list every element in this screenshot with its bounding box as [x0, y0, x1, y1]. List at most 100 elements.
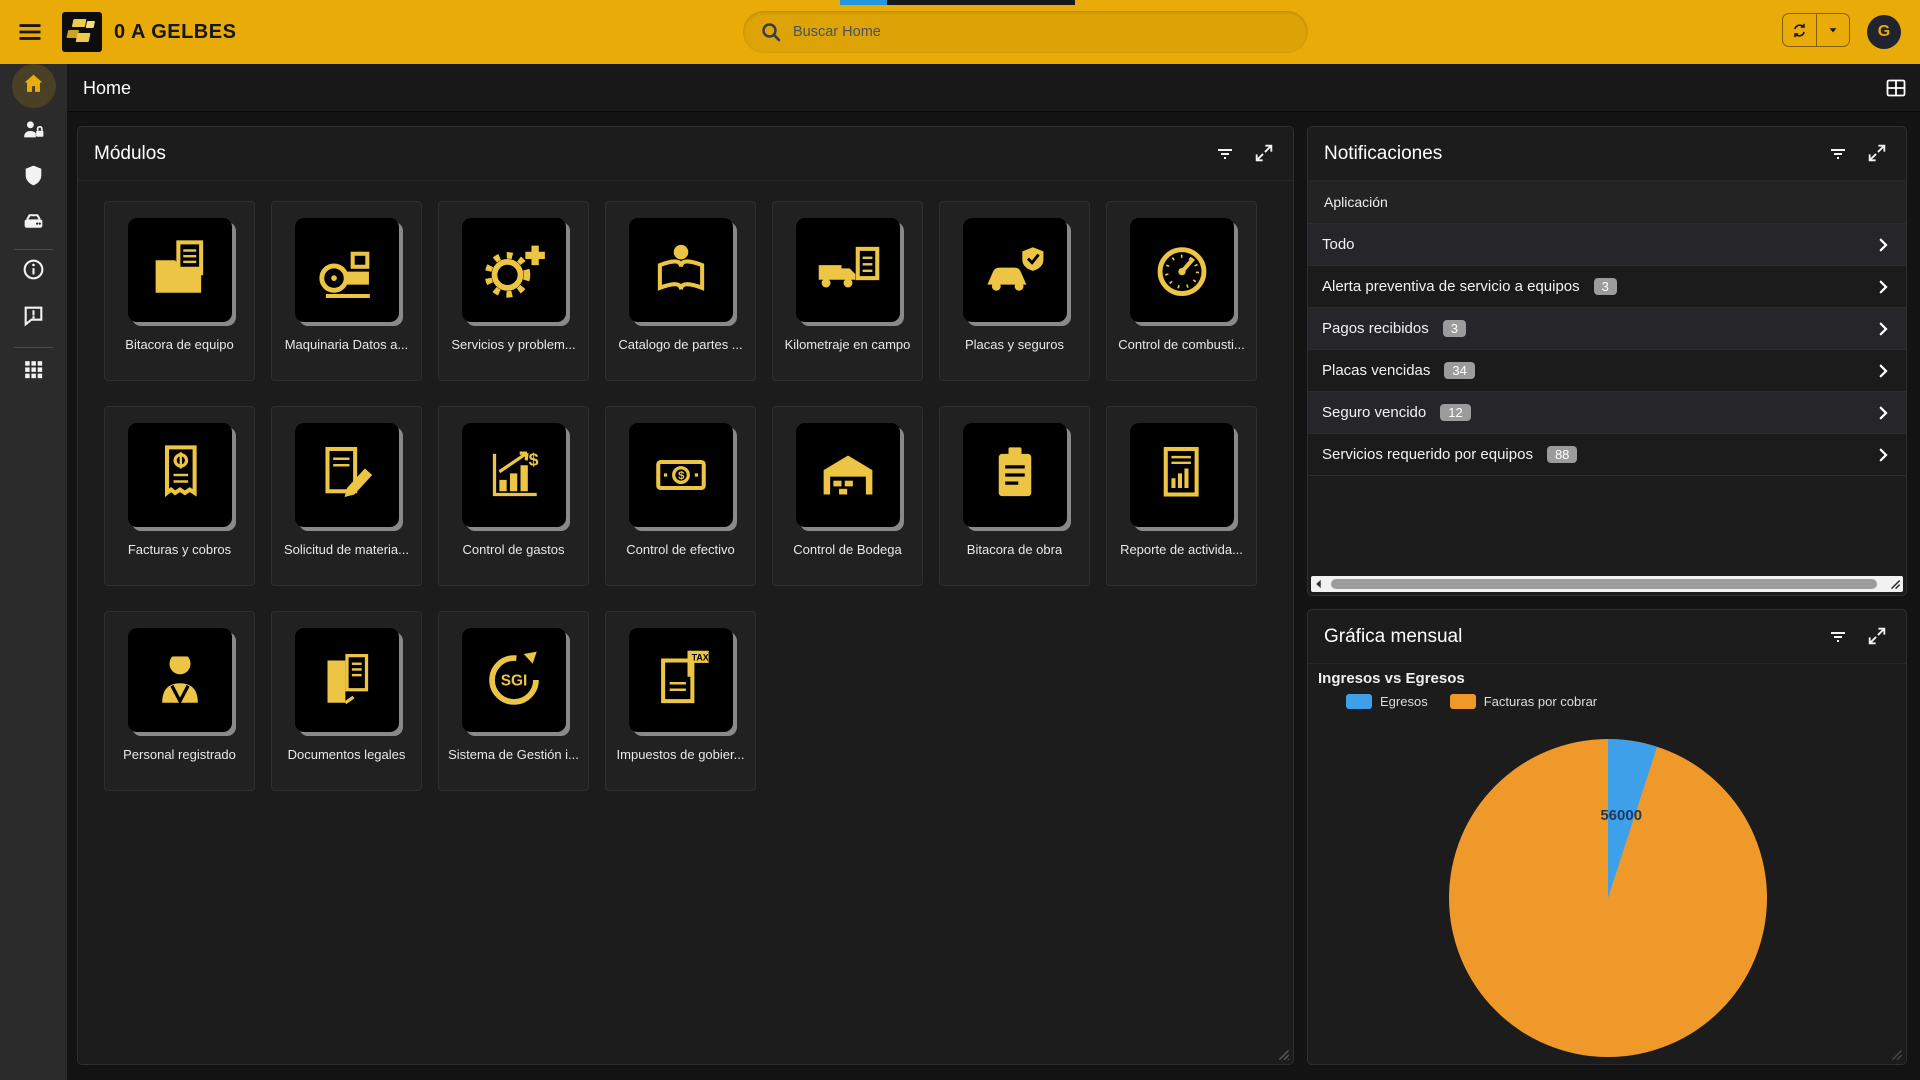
user-lock-icon	[21, 117, 46, 147]
horizontal-scrollbar[interactable]	[1311, 576, 1903, 592]
module-tile[interactable]: $ Control de efectivo	[605, 406, 756, 586]
sidebar-item-users[interactable]	[0, 110, 67, 154]
notification-item[interactable]: Placas vencidas 34	[1308, 350, 1906, 392]
notifications-filter-button[interactable]	[1826, 142, 1850, 166]
module-tile-label: Facturas y cobros	[128, 542, 231, 557]
chart-expand-button[interactable]	[1866, 625, 1890, 649]
module-tile[interactable]: SGI Sistema de Gestión i...	[438, 611, 589, 791]
sidebar-divider	[14, 249, 53, 250]
notification-item[interactable]: Pagos recibidos 3	[1308, 308, 1906, 350]
module-tile[interactable]: Personal registrado	[104, 611, 255, 791]
svg-text:$: $	[678, 470, 685, 482]
sidebar-nav	[0, 64, 67, 1080]
sidebar-item-storage[interactable]	[0, 202, 67, 246]
pie-slice-facturas[interactable]	[1449, 739, 1767, 1057]
module-tile[interactable]: Placas y seguros	[939, 201, 1090, 381]
svg-text:TAX: TAX	[691, 653, 708, 663]
storage-icon	[21, 209, 46, 239]
layout-grid-button[interactable]	[1884, 76, 1908, 100]
user-avatar[interactable]: G	[1867, 15, 1901, 49]
filter-list-icon	[1826, 625, 1850, 649]
apps-grid-icon	[21, 357, 46, 387]
expand-icon	[1866, 625, 1888, 647]
refresh-button[interactable]	[1783, 14, 1816, 46]
menu-toggle-button[interactable]	[16, 18, 44, 46]
module-tile[interactable]: Maquinaria Datos a...	[271, 201, 422, 381]
module-tile[interactable]: Documentos legales	[271, 611, 422, 791]
notification-group-label: Aplicación	[1308, 181, 1906, 224]
pie-chart: 56000	[1308, 698, 1908, 1066]
modules-filter-button[interactable]	[1213, 142, 1237, 166]
module-tile[interactable]: Kilometraje en campo	[772, 201, 923, 381]
modules-expand-button[interactable]	[1253, 142, 1277, 166]
expand-icon	[1866, 142, 1888, 164]
module-tile[interactable]: $ Control de gastos	[438, 406, 589, 586]
notification-label: Alerta preventiva de servicio a equipos	[1322, 278, 1580, 295]
sidebar-item-info[interactable]	[0, 250, 67, 294]
gear-plus-icon	[462, 218, 566, 322]
module-tile[interactable]: Control de combusti...	[1106, 201, 1257, 381]
refresh-dropdown-button[interactable]	[1816, 14, 1850, 46]
legend-swatch	[1346, 694, 1372, 709]
sidebar-item-feedback[interactable]	[0, 296, 67, 340]
module-tile-label: Personal registrado	[123, 747, 236, 762]
vehicle-checklist-icon	[796, 218, 900, 322]
sidebar-divider	[14, 347, 53, 348]
module-tile-label: Control de combusti...	[1118, 337, 1244, 352]
road-roller-icon	[295, 218, 399, 322]
refresh-icon	[1790, 21, 1809, 40]
scrollbar-thumb[interactable]	[1331, 579, 1877, 589]
svg-text:$: $	[528, 449, 538, 469]
module-tile-label: Control de efectivo	[626, 542, 734, 557]
chart-dollar-icon: $	[462, 423, 566, 527]
scroll-resize-icon[interactable]	[1888, 577, 1902, 591]
module-tile[interactable]: TAX Impuestos de gobier...	[605, 611, 756, 791]
module-tile[interactable]: Control de Bodega	[772, 406, 923, 586]
module-tile[interactable]: Bitacora de obra	[939, 406, 1090, 586]
home-icon	[21, 71, 46, 101]
sidebar-item-security[interactable]	[0, 156, 67, 200]
notification-label: Servicios requerido por equipos	[1322, 446, 1533, 463]
search-input[interactable]	[793, 11, 1293, 53]
module-tile-label: Kilometraje en campo	[785, 337, 911, 352]
report-chart-icon	[1130, 423, 1234, 527]
chart-subheader: Ingresos vs Egresos Egresos Facturas por…	[1318, 670, 1619, 709]
modules-panel: Módulos Bitacora de equipo Maquinaria Da…	[77, 126, 1294, 1065]
expand-icon	[1253, 142, 1275, 164]
grid-view-icon	[1884, 76, 1908, 100]
module-tile-label: Servicios y problem...	[451, 337, 575, 352]
chart-filter-button[interactable]	[1826, 625, 1850, 649]
car-shield-icon	[963, 218, 1067, 322]
module-tile[interactable]: Reporte de activida...	[1106, 406, 1257, 586]
notification-count-badge: 3	[1443, 320, 1466, 337]
notification-label: Seguro vencido	[1322, 404, 1426, 421]
module-tile[interactable]: Catalogo de partes ...	[605, 201, 756, 381]
notification-item[interactable]: Alerta preventiva de servicio a equipos …	[1308, 266, 1906, 308]
scroll-left-icon[interactable]	[1312, 577, 1326, 591]
module-tile[interactable]: Facturas y cobros	[104, 406, 255, 586]
sidebar-item-home[interactable]	[0, 64, 67, 108]
notifications-panel-header: Notificaciones	[1308, 127, 1906, 181]
notification-item[interactable]: Todo	[1308, 224, 1906, 266]
folder-document-icon	[128, 218, 232, 322]
svg-text:SGI: SGI	[500, 673, 527, 690]
warehouse-icon	[796, 423, 900, 527]
chevron-right-icon	[1874, 236, 1892, 254]
module-tile[interactable]: Bitacora de equipo	[104, 201, 255, 381]
notifications-expand-button[interactable]	[1866, 142, 1890, 166]
resize-corner-icon[interactable]	[1887, 1045, 1903, 1061]
module-tile[interactable]: Servicios y problem...	[438, 201, 589, 381]
app-logo-icon	[62, 12, 102, 52]
notification-item[interactable]: Servicios requerido por equipos 88	[1308, 434, 1906, 476]
notification-item[interactable]: Seguro vencido 12	[1308, 392, 1906, 434]
cash-icon: $	[629, 423, 733, 527]
module-tile-label: Catalogo de partes ...	[618, 337, 742, 352]
module-tile[interactable]: Solicitud de materia...	[271, 406, 422, 586]
legend-swatch	[1450, 694, 1476, 709]
module-tile-label: Impuestos de gobier...	[617, 747, 745, 762]
pie-slice-egresos[interactable]	[1608, 739, 1657, 898]
sidebar-item-apps[interactable]	[0, 350, 67, 394]
module-tile-label: Control de gastos	[463, 542, 565, 557]
resize-corner-icon[interactable]	[1274, 1045, 1290, 1061]
modules-panel-header: Módulos	[78, 127, 1293, 181]
